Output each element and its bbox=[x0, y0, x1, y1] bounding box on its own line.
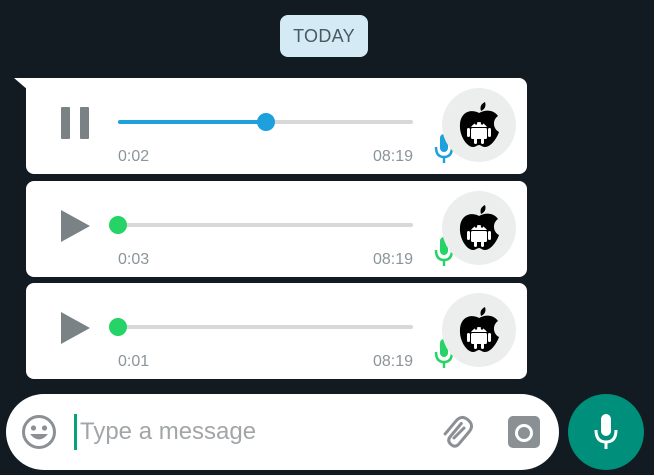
apple-android-logo bbox=[459, 307, 499, 352]
playback-slider[interactable] bbox=[118, 113, 413, 131]
camera-icon[interactable] bbox=[506, 414, 542, 450]
message-time: 08:19 bbox=[372, 148, 413, 165]
message-input[interactable] bbox=[80, 410, 410, 454]
message-time: 08:19 bbox=[372, 251, 413, 268]
playback-knob[interactable] bbox=[109, 216, 127, 234]
message-composer bbox=[6, 394, 559, 470]
voice-duration: 0:03 bbox=[118, 251, 150, 268]
playback-knob[interactable] bbox=[109, 318, 127, 336]
play-button[interactable] bbox=[54, 205, 96, 247]
date-chip: TODAY bbox=[280, 15, 368, 57]
voice-duration: 0:01 bbox=[118, 353, 150, 370]
playback-progress bbox=[118, 120, 266, 124]
message-time: 08:19 bbox=[372, 353, 413, 370]
apple-android-logo bbox=[459, 102, 499, 147]
emoji-icon[interactable] bbox=[21, 414, 57, 450]
voice-message[interactable]: 0:02 08:19 bbox=[26, 78, 527, 174]
pause-button[interactable] bbox=[54, 102, 96, 144]
play-icon bbox=[61, 210, 90, 242]
playback-slider[interactable] bbox=[109, 216, 413, 234]
pause-icon bbox=[61, 107, 89, 139]
voice-message[interactable]: 0:01 08:19 bbox=[26, 283, 527, 379]
avatar[interactable] bbox=[442, 88, 516, 162]
voice-duration: 0:02 bbox=[118, 148, 150, 165]
playback-knob[interactable] bbox=[256, 113, 275, 131]
playback-slider[interactable] bbox=[109, 318, 413, 336]
voice-message[interactable]: 0:03 08:19 bbox=[26, 181, 527, 277]
record-voice-button[interactable] bbox=[568, 394, 644, 470]
play-button[interactable] bbox=[54, 307, 96, 349]
text-cursor bbox=[74, 414, 77, 450]
avatar[interactable] bbox=[442, 191, 516, 265]
play-icon bbox=[61, 312, 90, 344]
paperclip-icon[interactable] bbox=[438, 414, 474, 450]
apple-android-logo bbox=[459, 205, 499, 250]
avatar[interactable] bbox=[442, 293, 516, 367]
microphone-icon bbox=[594, 414, 618, 449]
